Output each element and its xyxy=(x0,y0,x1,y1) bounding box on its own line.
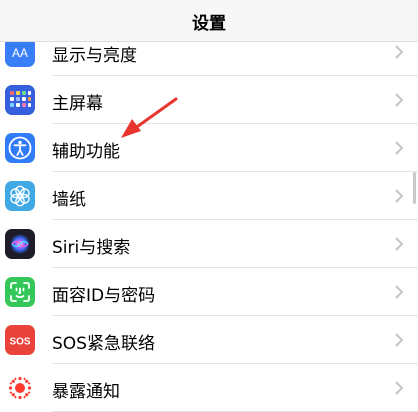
settings-screen: AA 显示与亮度 主屏幕 辅助功能 墙纸 Siri与搜索 面容ID与密码 SOS… xyxy=(0,0,418,412)
page-title: 设置 xyxy=(192,14,226,34)
navigation-bar: 设置 xyxy=(0,0,418,42)
settings-item-label: 辅助功能 xyxy=(52,142,120,162)
settings-item-label: Siri与搜索 xyxy=(52,238,131,258)
sos-icon-text: SOS xyxy=(9,337,30,348)
chevron-right-icon xyxy=(395,285,403,299)
chevron-right-icon xyxy=(395,189,403,203)
settings-item-label: SOS紧急联络 xyxy=(52,334,155,354)
home-screen-icon xyxy=(5,85,35,115)
display-icon-text: AA xyxy=(12,46,28,60)
scrollbar[interactable] xyxy=(413,172,416,204)
chevron-right-icon xyxy=(395,333,403,347)
face-id-icon xyxy=(5,277,35,307)
settings-item-accessibility[interactable]: 辅助功能 xyxy=(0,124,418,172)
settings-list: AA 显示与亮度 主屏幕 辅助功能 墙纸 Siri与搜索 面容ID与密码 SOS… xyxy=(0,28,418,412)
chevron-right-icon xyxy=(395,93,403,107)
settings-item-home-screen[interactable]: 主屏幕 xyxy=(0,76,418,124)
settings-item-label: 显示与亮度 xyxy=(52,46,137,66)
chevron-right-icon xyxy=(395,381,403,395)
chevron-right-icon xyxy=(395,45,403,59)
settings-item-wallpaper[interactable]: 墙纸 xyxy=(0,172,418,220)
chevron-right-icon xyxy=(395,237,403,251)
sos-icon: SOS xyxy=(5,325,35,355)
wallpaper-icon xyxy=(5,181,35,211)
settings-item-label: 面容ID与密码 xyxy=(52,286,156,306)
settings-item-siri-search[interactable]: Siri与搜索 xyxy=(0,220,418,268)
exposure-notification-icon xyxy=(5,373,35,403)
settings-item-label: 暴露通知 xyxy=(52,382,120,402)
settings-item-exposure-notifications[interactable]: 暴露通知 xyxy=(0,364,418,412)
settings-item-emergency-sos[interactable]: SOS SOS紧急联络 xyxy=(0,316,418,364)
settings-item-face-id-passcode[interactable]: 面容ID与密码 xyxy=(0,268,418,316)
accessibility-icon xyxy=(5,133,35,163)
siri-icon xyxy=(5,229,35,259)
settings-item-label: 墙纸 xyxy=(52,190,86,210)
chevron-right-icon xyxy=(395,141,403,155)
settings-item-label: 主屏幕 xyxy=(52,94,103,114)
